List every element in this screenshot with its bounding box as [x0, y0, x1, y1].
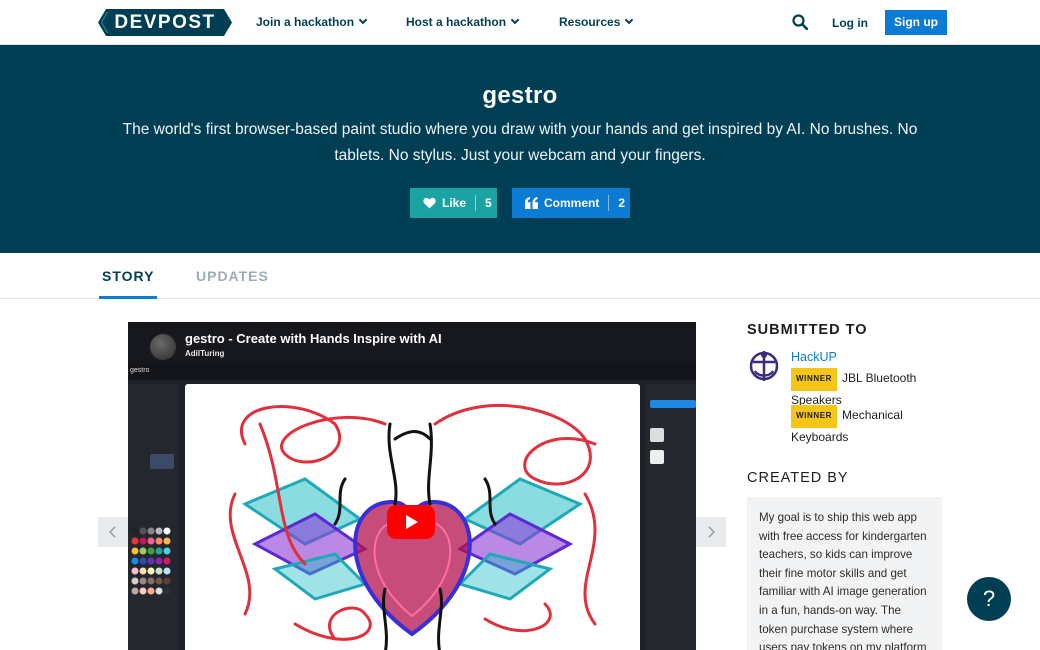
like-divider: [475, 195, 477, 211]
hackathon-logo[interactable]: [747, 349, 781, 383]
video-app-toolbar: [128, 362, 696, 380]
chevron-down-icon: [358, 15, 368, 25]
comment-divider: [608, 195, 610, 211]
prize-item: WINNER JBL Bluetooth Speakers: [791, 368, 941, 409]
nav-resources[interactable]: Resources: [559, 15, 634, 29]
tab-updates[interactable]: UPDATES: [196, 268, 269, 284]
quote-icon: [525, 197, 538, 209]
video-embed[interactable]: gestro - Create with Hands Inspire with …: [128, 322, 696, 650]
chevron-left-icon: [108, 526, 116, 538]
project-title: gestro: [482, 82, 558, 109]
signup-button[interactable]: Sign up: [885, 10, 947, 35]
comment-label: Comment: [544, 196, 600, 210]
logo-text: DEVPOST: [114, 12, 216, 33]
comment-count: 2: [618, 196, 626, 210]
nav-host-label: Host a hackathon: [406, 15, 507, 29]
top-nav: DEVPOST Join a hackathon Host a hackatho…: [0, 0, 1040, 45]
winner-badge: WINNER: [791, 368, 838, 391]
hackathon-link[interactable]: HackUP: [791, 350, 837, 364]
video-app-name: gestro: [130, 367, 150, 374]
video-app-right-panel: [646, 384, 696, 650]
created-by-heading: CREATED BY: [747, 470, 849, 486]
active-tab-indicator: [99, 296, 157, 299]
video-title-bar: gestro - Create with Hands Inspire with …: [128, 322, 696, 362]
video-channel[interactable]: AdilTuring: [185, 349, 224, 358]
video-app-left-panel: [128, 384, 178, 650]
login-link[interactable]: Log in: [832, 16, 868, 30]
nav-host-hackathon[interactable]: Host a hackathon: [406, 15, 520, 29]
video-title[interactable]: gestro - Create with Hands Inspire with …: [185, 331, 442, 346]
tab-story[interactable]: STORY: [102, 268, 154, 284]
like-label: Like: [442, 196, 467, 210]
devpost-logo[interactable]: DEVPOST: [98, 9, 232, 36]
creator-text: My goal is to ship this web app with fre…: [759, 511, 927, 650]
gallery-prev-button[interactable]: [98, 517, 128, 547]
chevron-down-icon: [625, 15, 634, 25]
nav-resources-label: Resources: [559, 15, 621, 29]
winner-badge: WINNER: [791, 405, 838, 428]
like-button[interactable]: Like 5: [410, 188, 497, 218]
prize-item: WINNER Mechanical Keyboards: [791, 405, 941, 446]
project-tagline: The world's first browser-based paint st…: [122, 121, 918, 164]
project-tabs: STORY UPDATES: [0, 253, 1040, 299]
search-icon[interactable]: [792, 14, 809, 31]
channel-avatar[interactable]: [150, 334, 176, 360]
gallery-next-button[interactable]: [696, 517, 726, 547]
nav-join-label: Join a hackathon: [256, 15, 355, 29]
help-icon: ?: [982, 586, 996, 611]
heart-icon: [423, 197, 436, 209]
project-header: gestro The world's first browser-based p…: [0, 45, 1040, 253]
chevron-down-icon: [510, 15, 520, 25]
creator-description: My goal is to ship this web app with fre…: [747, 497, 942, 650]
nav-join-hackathon[interactable]: Join a hackathon: [256, 15, 368, 29]
like-count: 5: [485, 196, 492, 210]
submitted-to-heading: SUBMITTED TO: [747, 322, 868, 338]
help-button[interactable]: ?: [967, 577, 1011, 621]
comment-button[interactable]: Comment 2: [512, 188, 630, 218]
play-icon[interactable]: [387, 505, 435, 539]
chevron-right-icon: [708, 526, 716, 538]
